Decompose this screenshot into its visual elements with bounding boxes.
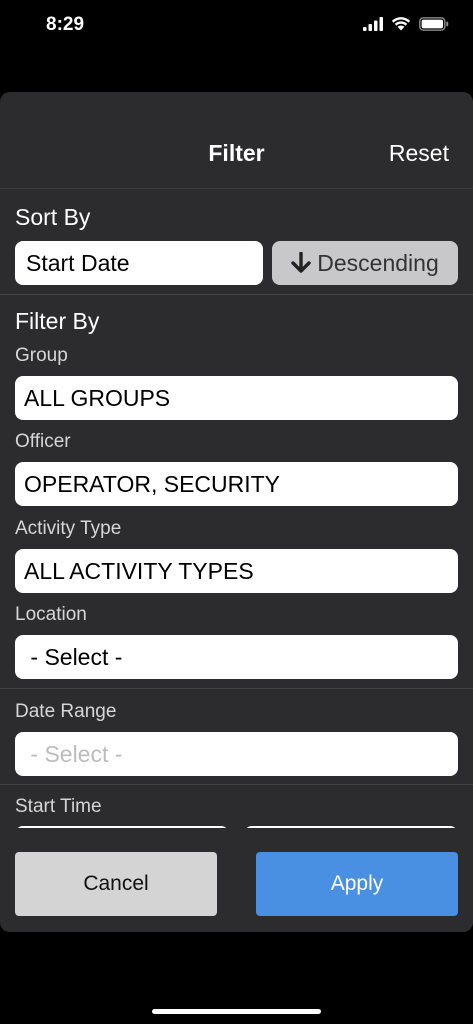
sort-by-label: Sort By: [15, 204, 91, 230]
officer-select[interactable]: OPERATOR, SECURITY: [15, 462, 458, 506]
status-bar: 8:29: [0, 0, 473, 52]
divider: [0, 784, 473, 785]
filter-by-label: Filter By: [15, 308, 100, 334]
officer-label: Officer: [15, 431, 71, 452]
sheet-header: Filter Reset: [0, 92, 473, 189]
sort-order-label: Descending: [317, 249, 439, 276]
group-select[interactable]: ALL GROUPS: [15, 376, 458, 420]
battery-icon: [419, 16, 449, 31]
filter-sheet: Filter Reset Sort By Start Date Descendi…: [0, 92, 473, 932]
sort-field-select[interactable]: Start Date: [15, 241, 263, 285]
date-range-label: Date Range: [15, 701, 117, 722]
group-label: Group: [15, 345, 68, 366]
home-indicator[interactable]: [152, 1009, 321, 1014]
sheet-footer: Cancel Apply: [0, 828, 473, 932]
status-time: 8:29: [46, 14, 85, 35]
date-range-select[interactable]: - Select -: [15, 732, 458, 776]
location-label: Location: [15, 604, 87, 625]
start-time-label: Start Time: [15, 796, 102, 817]
activity-type-select[interactable]: ALL ACTIVITY TYPES: [15, 549, 458, 593]
reset-button[interactable]: Reset: [389, 140, 449, 167]
wifi-icon: [391, 17, 411, 31]
status-icons: [363, 16, 449, 31]
divider: [0, 294, 473, 295]
cancel-button[interactable]: Cancel: [15, 852, 217, 916]
sort-order-button[interactable]: Descending: [272, 241, 458, 285]
apply-button[interactable]: Apply: [256, 852, 458, 916]
activity-type-label: Activity Type: [15, 518, 122, 539]
divider: [0, 688, 473, 689]
arrow-down-icon: [291, 252, 311, 273]
location-select[interactable]: - Select -: [15, 635, 458, 679]
cellular-signal-icon: [363, 16, 383, 31]
